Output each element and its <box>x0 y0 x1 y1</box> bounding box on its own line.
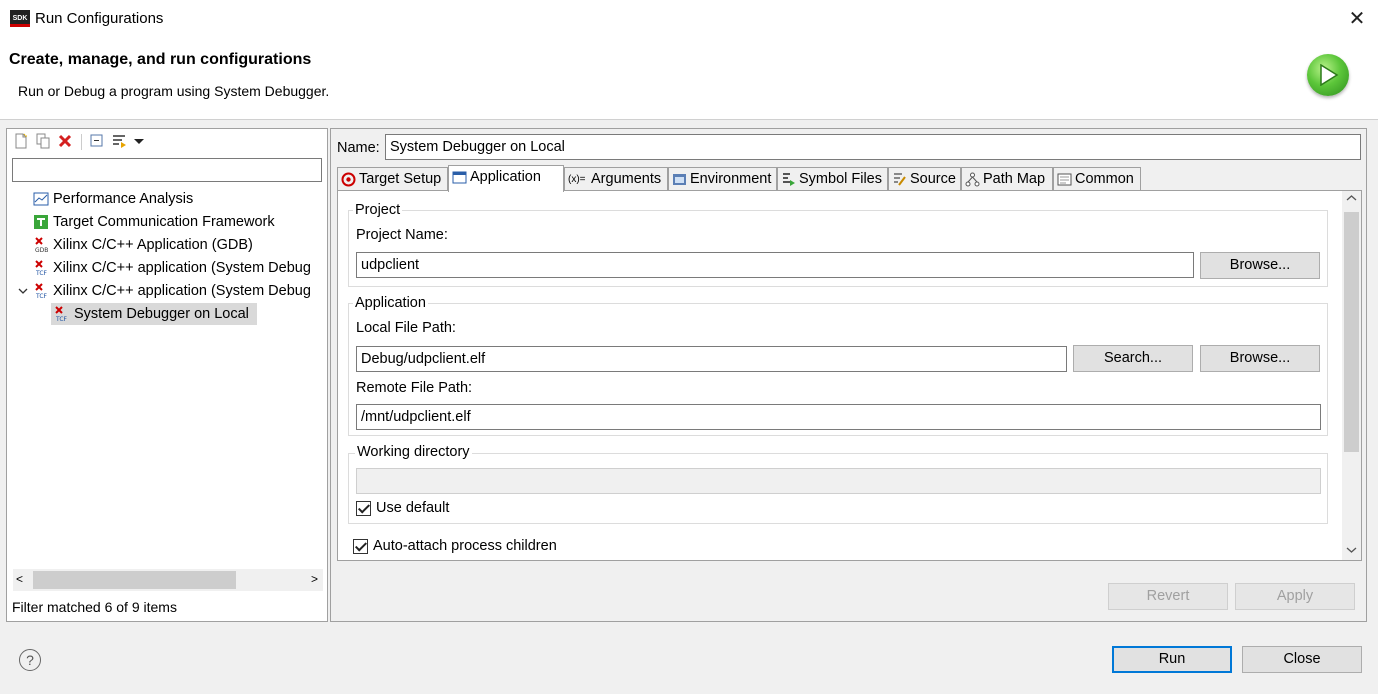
svg-text:TCF: TCF <box>35 293 48 299</box>
scroll-up-icon[interactable] <box>1346 193 1357 207</box>
application-group-title: Application <box>353 295 428 311</box>
tree-item-label: Xilinx C/C++ application (System Debug <box>53 260 311 276</box>
scrollbar-thumb[interactable] <box>1344 212 1359 452</box>
tab-label: Path Map <box>983 171 1046 187</box>
performance-icon <box>33 191 49 207</box>
tree-item-system-debugger-on-local[interactable]: TCF System Debugger on Local <box>51 303 257 325</box>
tab-symbol-files[interactable]: Symbol Files <box>777 167 888 191</box>
remote-file-path-input[interactable] <box>356 404 1321 430</box>
configuration-tree-panel: Performance Analysis Target Communicatio… <box>6 128 328 622</box>
tab-label: Source <box>910 171 956 187</box>
tab-label: Target Setup <box>359 171 442 187</box>
environment-icon <box>672 172 687 187</box>
xilinx-tcf-icon: TCF <box>33 260 49 277</box>
name-label: Name: <box>337 140 380 156</box>
scroll-down-icon[interactable] <box>1346 543 1357 559</box>
remote-file-path-label: Remote File Path: <box>356 380 473 396</box>
revert-button[interactable]: Revert <box>1108 583 1228 610</box>
svg-text:TCF: TCF <box>55 316 68 322</box>
project-group-title: Project <box>353 202 403 218</box>
application-browse-button[interactable]: Browse... <box>1200 345 1320 372</box>
local-file-path-label: Local File Path: <box>356 320 456 336</box>
tree-item-label: Xilinx C/C++ Application (GDB) <box>53 237 253 253</box>
chevron-down-icon[interactable] <box>17 283 33 299</box>
local-file-path-input[interactable] <box>356 346 1067 372</box>
tab-label: Common <box>1075 171 1134 187</box>
tab-common[interactable]: Common <box>1053 167 1141 191</box>
scrollbar-thumb[interactable] <box>33 571 236 589</box>
view-menu-dropdown-icon[interactable] <box>131 133 149 151</box>
tree-item-label: Xilinx C/C++ application (System Debug <box>53 283 311 299</box>
scroll-left-icon[interactable]: < <box>16 572 23 586</box>
tab-label: Symbol Files <box>799 171 882 187</box>
xilinx-tcf-icon: TCF <box>33 283 49 300</box>
svg-text:GDB: GDB <box>35 247 48 253</box>
tab-application[interactable]: Application <box>448 165 564 192</box>
tree-item-label: System Debugger on Local <box>74 306 249 322</box>
tab-label: Application <box>470 169 541 185</box>
project-name-input[interactable] <box>356 252 1194 278</box>
close-button[interactable]: Close <box>1242 646 1362 673</box>
search-button[interactable]: Search... <box>1073 345 1193 372</box>
tree-item-xilinx-system-debug-2[interactable]: TCF Xilinx C/C++ application (System Deb… <box>17 280 323 302</box>
auto-attach-label: Auto-attach process children <box>373 538 557 554</box>
tree-item-label: Target Communication Framework <box>53 214 275 230</box>
apply-button[interactable]: Apply <box>1235 583 1355 610</box>
banner-subtitle: Run or Debug a program using System Debu… <box>18 83 330 99</box>
tab-target-setup[interactable]: Target Setup <box>337 167 448 191</box>
arguments-icon: (x)= <box>568 174 586 185</box>
window-title: Run Configurations <box>35 10 164 27</box>
dialog-banner: Create, manage, and run configurations R… <box>0 38 1378 120</box>
use-default-label: Use default <box>376 500 450 516</box>
filter-icon[interactable] <box>111 133 129 151</box>
tab-source[interactable]: Source <box>888 167 961 191</box>
project-name-label: Project Name: <box>356 227 448 243</box>
symbol-files-icon <box>781 172 796 187</box>
application-tab-content: Project Project Name: Browse... Applicat… <box>337 190 1362 561</box>
run-banner-icon <box>1307 54 1349 96</box>
delete-configuration-icon[interactable] <box>57 133 75 151</box>
tab-arguments[interactable]: (x)= Arguments <box>564 167 668 191</box>
banner-title: Create, manage, and run configurations <box>9 51 312 68</box>
xilinx-gdb-icon: GDB <box>33 237 49 254</box>
tab-environment[interactable]: Environment <box>668 167 777 191</box>
path-map-icon <box>965 172 980 187</box>
configuration-name-input[interactable] <box>385 134 1361 160</box>
common-icon <box>1057 172 1072 187</box>
content-vertical-scrollbar[interactable] <box>1342 191 1361 560</box>
close-window-icon[interactable]: ✕ <box>1344 6 1370 32</box>
sdk-app-icon: SDK <box>10 10 30 27</box>
source-icon <box>892 172 907 187</box>
run-button[interactable]: Run <box>1112 646 1232 673</box>
working-directory-input[interactable] <box>356 468 1321 494</box>
use-default-checkbox[interactable] <box>356 501 371 516</box>
tcf-icon <box>33 214 49 230</box>
new-configuration-icon[interactable] <box>13 133 31 151</box>
tab-path-map[interactable]: Path Map <box>961 167 1053 191</box>
target-icon <box>341 172 356 187</box>
duplicate-configuration-icon[interactable] <box>35 133 53 151</box>
filter-status-text: Filter matched 6 of 9 items <box>12 599 177 615</box>
tab-label: Arguments <box>591 171 662 187</box>
tree-horizontal-scrollbar[interactable]: < > <box>13 569 323 591</box>
project-browse-button[interactable]: Browse... <box>1200 252 1320 279</box>
svg-text:TCF: TCF <box>35 270 48 276</box>
tree-item-label: Performance Analysis <box>53 191 194 207</box>
help-icon[interactable]: ? <box>19 649 41 671</box>
configuration-tabs: Target Setup Application (x)= Arguments … <box>337 165 1362 192</box>
scroll-right-icon[interactable]: > <box>311 572 318 586</box>
auto-attach-checkbox[interactable] <box>353 539 368 554</box>
xilinx-tcf-icon: TCF <box>53 306 69 323</box>
application-icon <box>452 170 467 185</box>
tab-label: Environment <box>690 171 772 187</box>
configuration-editor-panel: Name: Target Setup Application (x)= Argu… <box>330 128 1367 622</box>
collapse-all-icon[interactable] <box>89 133 107 151</box>
working-directory-group-title: Working directory <box>355 444 472 460</box>
title-bar: SDK Run Configurations ✕ <box>0 0 1378 38</box>
filter-input[interactable] <box>12 158 322 182</box>
toolbar-separator <box>81 134 82 150</box>
